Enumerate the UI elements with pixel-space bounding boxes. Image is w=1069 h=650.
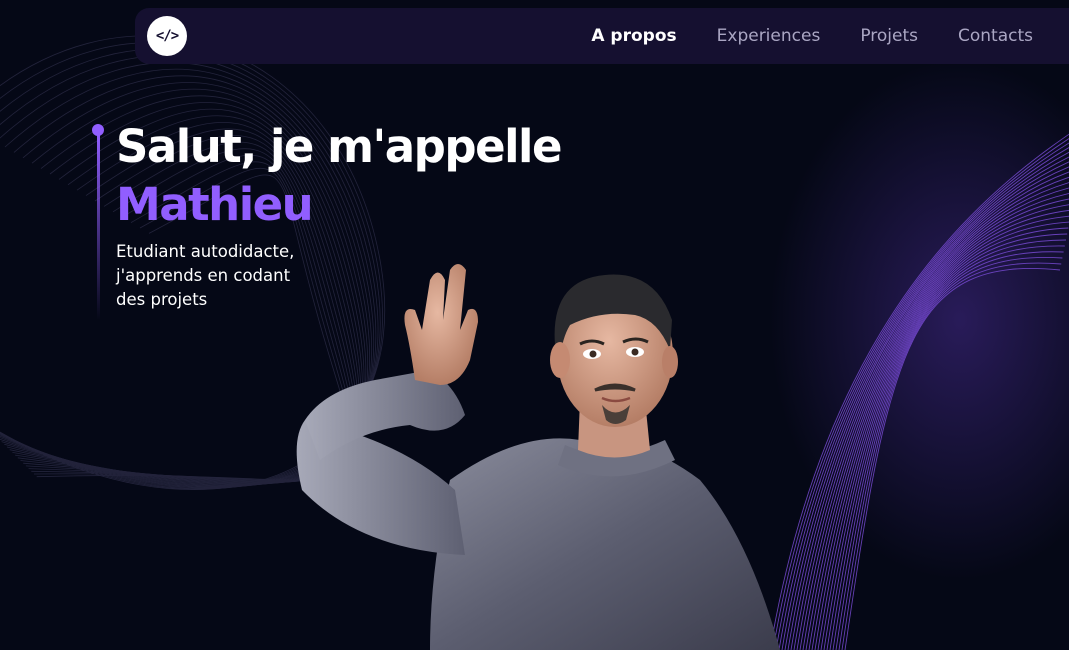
nav-link-experiences[interactable]: Experiences (717, 26, 821, 46)
hero-name: Mathieu (116, 178, 314, 231)
hero-greeting: Salut, je m'appelle (116, 120, 562, 173)
logo-code-icon[interactable]: </> (147, 16, 187, 56)
nav-link-a-propos[interactable]: A propos (591, 26, 676, 46)
nav-links: A propos Experiences Projets Contacts (591, 8, 1033, 64)
hero-accent-bar (97, 134, 100, 320)
nav-link-contacts[interactable]: Contacts (958, 26, 1033, 46)
nav-link-projets[interactable]: Projets (860, 26, 918, 46)
navbar: </> A propos Experiences Projets Contact… (135, 8, 1069, 64)
avatar-3d-waving[interactable] (280, 250, 800, 650)
